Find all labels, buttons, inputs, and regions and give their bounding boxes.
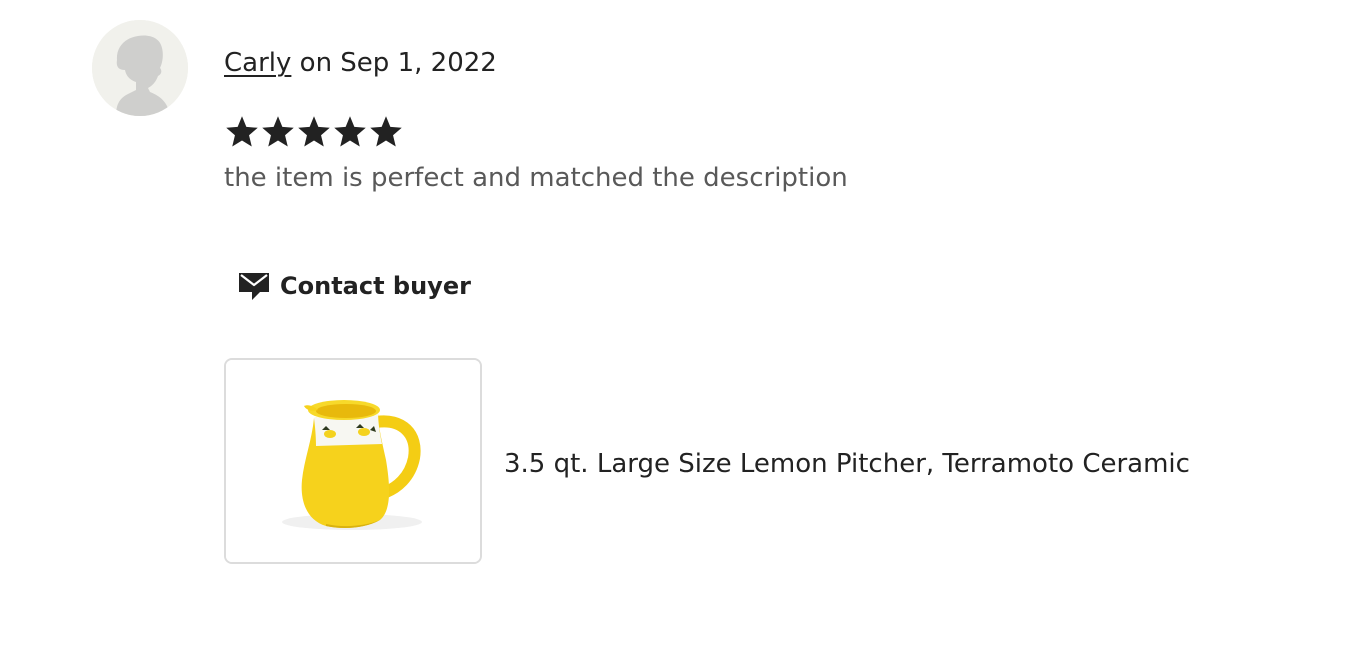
contact-buyer-label: Contact buyer [280, 272, 471, 300]
review-meta: Carly on Sep 1, 2022 [224, 44, 497, 82]
message-envelope-icon [239, 273, 269, 300]
pitcher-image [226, 360, 480, 562]
star-icon [298, 116, 330, 147]
default-user-silhouette-icon [92, 20, 188, 116]
star-icon [334, 116, 366, 147]
listing-thumbnail[interactable] [224, 358, 482, 564]
reviewer-name-link[interactable]: Carly [224, 48, 291, 78]
star-icon [370, 116, 402, 147]
reviewer-avatar[interactable] [92, 20, 188, 116]
star-icon [226, 116, 258, 147]
star-icon [262, 116, 294, 147]
listing-title-link[interactable]: 3.5 qt. Large Size Lemon Pitcher, Terram… [504, 445, 1190, 483]
star-rating [224, 114, 404, 150]
review-card: Carly on Sep 1, 2022 the item is perfect… [0, 0, 1348, 650]
review-body: the item is perfect and matched the desc… [224, 163, 848, 193]
contact-buyer-button[interactable]: Contact buyer [230, 262, 479, 310]
review-date: on Sep 1, 2022 [299, 48, 497, 78]
